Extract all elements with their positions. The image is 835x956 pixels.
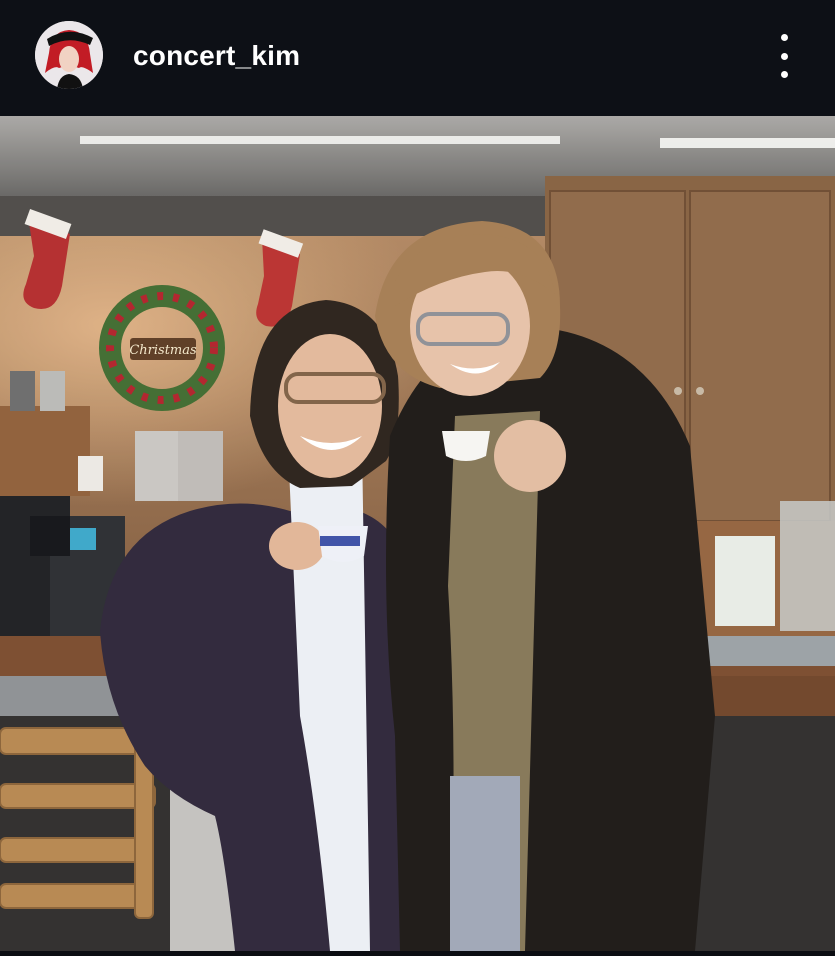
profile-avatar[interactable] (35, 21, 103, 89)
more-dot (780, 52, 788, 60)
photo-scene: Christmas (0, 116, 835, 951)
username[interactable]: concert_kim (133, 40, 300, 72)
more-dot (780, 34, 788, 41)
avatar-image (35, 21, 103, 89)
post-photo[interactable]: Christmas (0, 116, 835, 951)
more-options-icon[interactable] (770, 34, 798, 78)
post-header: concert_kim (0, 0, 835, 116)
more-dot (780, 71, 788, 78)
